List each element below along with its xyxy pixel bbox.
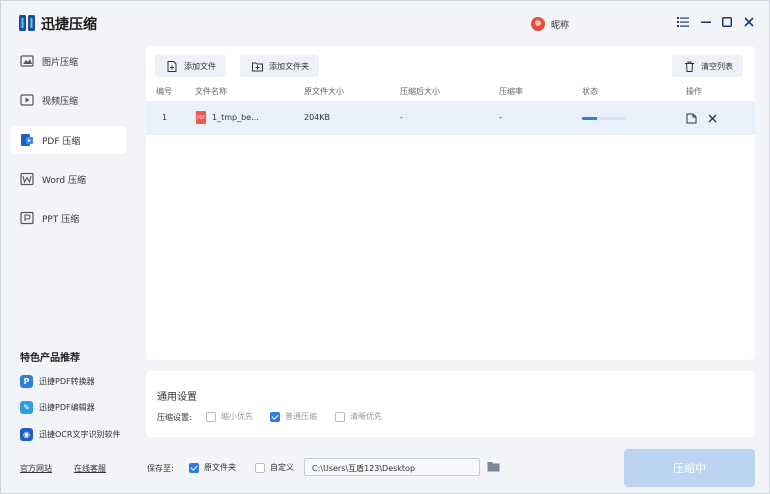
add-file-button[interactable]: 添加文件 — [155, 55, 226, 77]
option-label: 普通压缩 — [285, 412, 317, 421]
sidebar-item-label: PDF 压缩 — [42, 136, 81, 147]
column-header: 状态 — [582, 87, 598, 96]
checkbox[interactable] — [335, 411, 345, 422]
product-pdf-editor[interactable]: ✎ 迅捷PDF编辑器 — [20, 400, 95, 414]
image-icon — [20, 55, 34, 67]
clear-list-label: 清空列表 — [701, 61, 733, 71]
column-header: 文件名称 — [195, 87, 227, 96]
sidebar-item-label: Word 压缩 — [42, 175, 86, 186]
checkbox[interactable] — [206, 411, 216, 422]
pdf-icon — [21, 134, 33, 146]
featured-title: 特色产品推荐 — [20, 353, 80, 364]
video-icon — [20, 94, 34, 106]
remove-file-icon[interactable] — [707, 113, 718, 124]
option-custom-folder[interactable]: 自定义 — [255, 462, 294, 473]
save-to-label: 保存至: — [147, 464, 174, 473]
row-index: 1 — [162, 113, 168, 122]
settings-title: 通用设置 — [157, 392, 197, 403]
online-support-link[interactable]: 在线客服 — [74, 463, 106, 474]
open-folder-icon[interactable] — [686, 113, 697, 124]
word-icon — [20, 172, 34, 186]
file-list-panel: 添加文件 添加文件夹 清空列表 编号 文件名称 原文件大小 压缩后大小 压缩率 … — [146, 46, 755, 360]
progress-bar — [582, 117, 626, 120]
progress-fill — [582, 117, 598, 120]
option-label: 清晰优先 — [350, 412, 382, 421]
app-logo-icon — [19, 15, 35, 31]
ppt-icon — [20, 211, 34, 225]
trash-icon — [685, 61, 694, 72]
column-header: 原文件大小 — [304, 87, 344, 96]
product-pdf-converter[interactable]: P 迅捷PDF转换器 — [20, 374, 95, 388]
sidebar-item-image[interactable]: 图片压缩 — [11, 47, 126, 75]
table-header: 编号 文件名称 原文件大小 压缩后大小 压缩率 状态 操作 — [146, 82, 755, 100]
menu-icon[interactable] — [676, 15, 690, 29]
app-title: 迅捷压缩 — [41, 17, 97, 33]
sidebar-item-ppt[interactable]: PPT 压缩 — [11, 204, 126, 232]
product-label: 迅捷OCR文字识别软件 — [39, 429, 121, 439]
product-label: 迅捷PDF转换器 — [39, 376, 95, 386]
compression-ratio: - — [499, 113, 502, 122]
checkbox[interactable] — [270, 411, 280, 422]
option-label: 缩小优先 — [221, 412, 253, 421]
add-folder-label: 添加文件夹 — [269, 61, 309, 71]
save-path-input[interactable]: C:\Users\互盾123\Desktop — [304, 458, 480, 476]
add-file-label: 添加文件 — [184, 61, 216, 71]
clear-list-button[interactable]: 清空列表 — [672, 55, 743, 77]
ocr-icon: ◉ — [20, 427, 33, 441]
table-row[interactable]: 1 PDF 1_tmp_be... 204KB - - — [146, 101, 755, 135]
user-profile[interactable]: 昵称 — [531, 17, 569, 31]
sidebar-item-label: PPT 压缩 — [42, 214, 80, 225]
maximize-icon[interactable] — [720, 15, 734, 29]
compress-setting-label: 压缩设置: — [157, 413, 192, 422]
add-file-icon — [167, 60, 177, 72]
compressed-size: - — [400, 113, 403, 122]
checkbox[interactable] — [255, 462, 265, 473]
option-label: 原文件夹 — [204, 463, 236, 472]
sidebar-item-pdf[interactable]: PDF 压缩 — [11, 126, 126, 154]
option-original-folder[interactable]: 原文件夹 — [189, 462, 236, 473]
option-smaller-first[interactable]: 缩小优先 — [206, 411, 253, 422]
sidebar-item-video[interactable]: 视频压缩 — [11, 86, 126, 114]
settings-panel: 通用设置 压缩设置: 缩小优先 普通压缩 清晰优先 — [146, 371, 755, 437]
folder-icon[interactable] — [487, 461, 500, 472]
app-window: 迅捷压缩 昵称 图片压缩 视频压缩 PDF 压缩 Word 压缩 PPT 压缩 … — [0, 0, 770, 494]
sidebar: 图片压缩 视频压缩 PDF 压缩 Word 压缩 PPT 压缩 特色产品推荐 P… — [1, 45, 137, 493]
add-folder-button[interactable]: 添加文件夹 — [240, 55, 319, 77]
product-label: 迅捷PDF编辑器 — [39, 402, 95, 412]
minimize-icon[interactable] — [699, 15, 713, 29]
sidebar-item-word[interactable]: Word 压缩 — [11, 165, 126, 193]
title-bar: 迅捷压缩 昵称 — [1, 1, 769, 45]
sidebar-item-label: 图片压缩 — [42, 57, 79, 68]
sidebar-item-label: 视频压缩 — [42, 96, 79, 107]
option-clarity-first[interactable]: 清晰优先 — [335, 411, 382, 422]
close-window-icon[interactable] — [742, 15, 756, 29]
username[interactable]: 昵称 — [551, 18, 569, 31]
official-site-link[interactable]: 官方网站 — [20, 463, 52, 474]
column-header: 压缩率 — [499, 87, 523, 96]
avatar[interactable] — [531, 17, 545, 31]
column-header: 压缩后大小 — [400, 87, 440, 96]
compress-button[interactable]: 压缩中 — [624, 449, 755, 487]
option-normal[interactable]: 普通压缩 — [270, 411, 317, 422]
add-folder-icon — [252, 62, 263, 71]
pdf-editor-icon: ✎ — [20, 400, 33, 414]
file-name: 1_tmp_be... — [212, 113, 259, 122]
checkbox[interactable] — [189, 462, 199, 473]
pdf-converter-icon: P — [20, 374, 33, 388]
column-header: 编号 — [156, 87, 172, 96]
option-label: 自定义 — [270, 463, 294, 472]
product-ocr[interactable]: ◉ 迅捷OCR文字识别软件 — [20, 427, 120, 441]
pdf-file-icon: PDF — [196, 111, 206, 124]
original-size: 204KB — [304, 113, 331, 122]
column-header: 操作 — [686, 87, 702, 96]
